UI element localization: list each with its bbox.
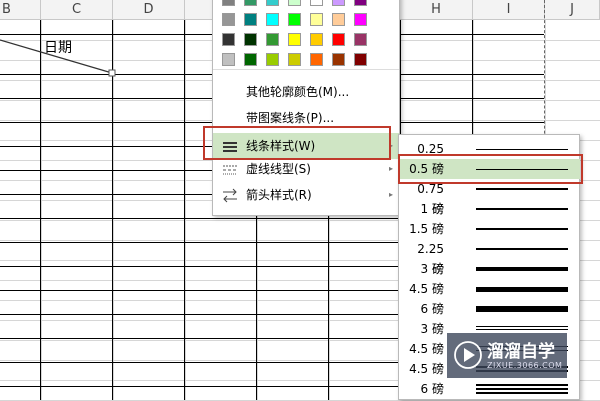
watermark: 溜溜自学 ZIXUE.3066.COM [447,333,567,378]
line-sample [476,208,568,210]
line-sample [476,228,568,230]
cell-border-line [184,20,185,400]
color-swatch[interactable] [288,33,301,46]
column-header-d[interactable]: D [113,0,185,20]
color-swatch[interactable] [222,53,235,66]
line-weight-label: 3 磅 [420,322,444,336]
line-sample [476,148,568,150]
color-swatch[interactable] [244,13,257,26]
line-sample [476,326,568,330]
color-swatch[interactable] [310,33,323,46]
line-weight-option[interactable]: 1.5 磅 [400,219,580,239]
color-swatch[interactable] [354,0,367,6]
color-swatch[interactable] [288,13,301,26]
column-header-b[interactable]: B [0,0,41,20]
line-sample [476,267,568,271]
line-weight-label: 1.5 磅 [409,222,444,236]
line-weight-label: 4.5 磅 [409,362,444,376]
grid-column-line [185,20,186,400]
color-swatch[interactable] [332,13,345,26]
color-swatch[interactable] [332,33,345,46]
color-swatch[interactable] [354,53,367,66]
line-sample [476,188,568,190]
color-swatch[interactable] [332,0,345,6]
color-swatch[interactable] [222,0,235,6]
submenu-arrow-icon: ▸ [388,190,393,199]
color-swatch[interactable] [222,33,235,46]
menu-divider [213,69,399,70]
highlight-box-half-point [398,154,583,184]
color-swatch[interactable] [266,13,279,26]
color-swatch[interactable] [288,0,301,6]
color-swatch[interactable] [266,33,279,46]
line-weight-label: 6 磅 [420,382,444,396]
column-header-j[interactable]: J [545,0,600,20]
line-weight-label: 4.5 磅 [409,342,444,356]
menu-item-label: 箭头样式(R) [246,188,312,202]
color-swatch[interactable] [354,33,367,46]
line-weight-option[interactable]: 3 磅 [400,259,580,279]
line-weight-label: 2.25 磅 [417,242,444,276]
line-weight-option[interactable]: 6 磅 [400,379,580,399]
line-weight-option[interactable]: 2.25 磅 [400,239,580,276]
menu-item-label: 其他轮廓颜色(M)... [246,85,350,99]
line-weight-option[interactable]: 6 磅 [400,299,580,319]
line-weight-label: 4.5 磅 [409,282,444,296]
color-swatch[interactable] [266,0,279,6]
color-swatch[interactable] [222,13,235,26]
column-header-c[interactable]: C [41,0,113,20]
color-swatch[interactable] [244,33,257,46]
line-weight-label: 6 磅 [420,302,444,316]
menu-item-arrow-style[interactable]: 箭头样式(R) ▸ [213,182,399,208]
line-sample [476,286,568,292]
arrow-style-icon [222,182,238,208]
highlight-box-line-style [203,126,391,160]
menu-item-more-outline-colors[interactable]: 其他轮廓颜色(M)... [213,79,399,105]
color-swatch[interactable] [244,53,257,66]
menu-item-label: 带图案线条(P)... [246,111,335,125]
outline-color-menu: 其他轮廓颜色(M)... 带图案线条(P)... 线条样式(W) ▸ 虚线线型(… [212,0,400,216]
line-sample-middle [476,388,568,390]
color-swatch[interactable] [310,13,323,26]
line-sample [476,384,568,394]
date-cell-text[interactable]: 日期 [44,37,72,57]
column-header-h[interactable]: H [400,0,473,20]
line-weight-option[interactable]: 4.5 磅 [400,279,580,299]
watermark-title: 溜溜自学 [487,342,555,362]
color-swatch[interactable] [310,53,323,66]
line-sample [476,247,568,251]
line-weight-label: 3 磅 [420,262,444,276]
menu-item-label: 虚线线型(S) [246,162,311,176]
color-swatch[interactable] [332,53,345,66]
logo-play-icon [454,341,482,369]
line-weight-label: 1 磅 [420,202,444,216]
color-swatch[interactable] [354,13,367,26]
watermark-url: ZIXUE.3066.COM [487,361,563,370]
line-sample [476,306,568,312]
color-swatch[interactable] [266,53,279,66]
color-swatch[interactable] [288,53,301,66]
line-weight-option[interactable]: 1 磅 [400,199,580,219]
column-header-i[interactable]: I [473,0,545,20]
color-swatch[interactable] [244,0,257,6]
color-swatch[interactable] [310,0,323,6]
